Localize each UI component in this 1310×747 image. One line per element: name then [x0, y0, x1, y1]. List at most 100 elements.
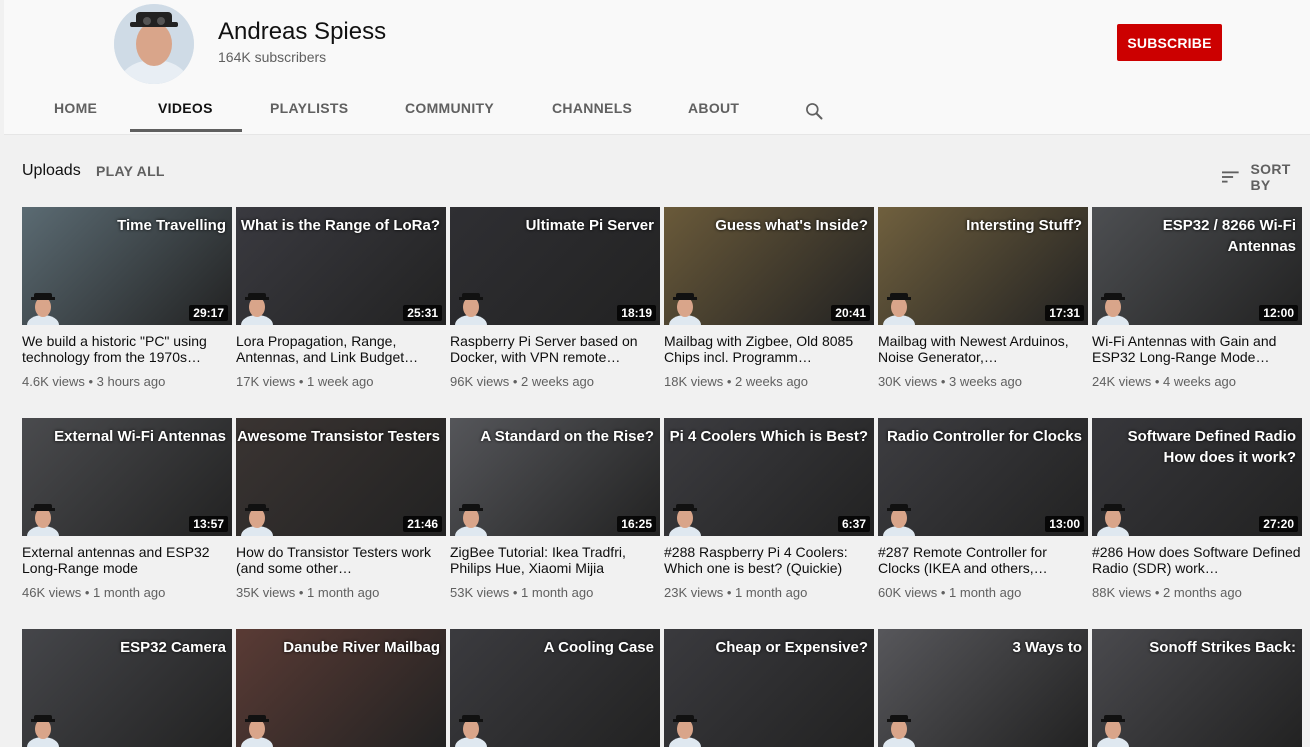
video-thumbnail[interactable]: Awesome Transistor Testers21:46 — [236, 418, 446, 536]
presenter-avatar — [882, 496, 916, 536]
subscribe-button[interactable]: SUBSCRIBE — [1117, 24, 1222, 61]
video-title[interactable]: Lora Propagation, Range, Antennas, and L… — [236, 333, 446, 365]
thumbnail-caption: Pi 4 Coolers Which is Best? — [670, 426, 868, 447]
video-card[interactable]: Software Defined Radio How does it work?… — [1092, 418, 1302, 600]
video-title[interactable]: We build a historic "PC" using technolog… — [22, 333, 232, 365]
video-duration: 27:20 — [1259, 516, 1298, 532]
video-title[interactable]: #286 How does Software Defined Radio (SD… — [1092, 544, 1302, 576]
search-icon[interactable] — [804, 101, 824, 121]
video-duration: 12:00 — [1259, 305, 1298, 321]
video-meta: 53K views • 1 month ago — [450, 585, 660, 600]
tab-videos[interactable]: VIDEOS — [158, 100, 213, 116]
channel-name[interactable]: Andreas Spiess — [218, 18, 386, 46]
video-duration: 21:46 — [403, 516, 442, 532]
presenter-avatar — [240, 496, 274, 536]
video-title[interactable]: Mailbag with Zigbee, Old 8085 Chips incl… — [664, 333, 874, 365]
thumbnail-caption: Sonoff Strikes Back: — [1149, 637, 1296, 658]
presenter-avatar — [1096, 496, 1130, 536]
presenter-avatar — [668, 285, 702, 325]
video-card[interactable]: Time Travelling29:17 We build a historic … — [22, 207, 232, 389]
video-thumbnail[interactable]: Sonoff Strikes Back: — [1092, 629, 1302, 747]
channel-header: Andreas Spiess 164K subscribers SUBSCRIB… — [4, 0, 1310, 135]
thumbnail-caption: Ultimate Pi Server — [526, 215, 654, 236]
video-duration: 18:19 — [617, 305, 656, 321]
thumbnail-caption: Danube River Mailbag — [283, 637, 440, 658]
presenter-avatar — [1096, 707, 1130, 747]
presenter-avatar — [882, 285, 916, 325]
presenter-avatar — [668, 707, 702, 747]
video-thumbnail[interactable]: ESP32 / 8266 Wi-Fi Antennas 12:00 — [1092, 207, 1302, 325]
tab-playlists[interactable]: PLAYLISTS — [270, 100, 348, 116]
tab-home[interactable]: HOME — [54, 100, 97, 116]
video-title[interactable]: External antennas and ESP32 Long-Range m… — [22, 544, 232, 576]
video-card[interactable]: Pi 4 Coolers Which is Best? 6:37 #288 Rasp… — [664, 418, 874, 600]
video-card[interactable]: Awesome Transistor Testers21:46 How do Tr… — [236, 418, 446, 600]
video-card[interactable]: Sonoff Strikes Back: — [1092, 629, 1302, 747]
video-title[interactable]: #288 Raspberry Pi 4 Coolers: Which one i… — [664, 544, 874, 576]
video-title[interactable]: Raspberry Pi Server based on Docker, wit… — [450, 333, 660, 365]
channel-avatar[interactable] — [114, 4, 194, 84]
video-title[interactable]: ZigBee Tutorial: Ikea Tradfri, Philips H… — [450, 544, 660, 576]
video-card[interactable]: Danube River Mailbag — [236, 629, 446, 747]
video-meta: 35K views • 1 month ago — [236, 585, 446, 600]
thumbnail-caption: A Standard on the Rise? — [480, 426, 654, 447]
video-card[interactable]: 3 Ways to — [878, 629, 1088, 747]
video-title[interactable]: Mailbag with Newest Arduinos, Noise Gene… — [878, 333, 1088, 365]
avatar-image — [114, 4, 194, 84]
video-thumbnail[interactable]: Time Travelling29:17 — [22, 207, 232, 325]
video-thumbnail[interactable]: ESP32 Camera — [22, 629, 232, 747]
video-thumbnail[interactable]: External Wi-Fi Antennas13:57 — [22, 418, 232, 536]
video-title[interactable]: #287 Remote Controller for Clocks (IKEA … — [878, 544, 1088, 576]
thumbnail-caption: External Wi-Fi Antennas — [54, 426, 226, 447]
video-thumbnail[interactable]: Pi 4 Coolers Which is Best? 6:37 — [664, 418, 874, 536]
subscriber-count: 164K subscribers — [218, 49, 326, 65]
video-thumbnail[interactable]: Intersting Stuff?17:31 — [878, 207, 1088, 325]
sort-by-button[interactable]: SORT BY — [1222, 161, 1310, 193]
video-title[interactable]: Wi-Fi Antennas with Gain and ESP32 Long-… — [1092, 333, 1302, 365]
thumbnail-caption: ESP32 Camera — [120, 637, 226, 658]
thumbnail-caption: Cheap or Expensive? — [715, 637, 868, 658]
thumbnail-caption: A Cooling Case — [544, 637, 654, 658]
presenter-avatar — [454, 707, 488, 747]
thumbnail-caption: 3 Ways to — [1013, 637, 1082, 658]
video-meta: 17K views • 1 week ago — [236, 374, 446, 389]
video-thumbnail[interactable]: Danube River Mailbag — [236, 629, 446, 747]
active-tab-indicator — [130, 129, 242, 132]
video-card[interactable]: Cheap or Expensive? — [664, 629, 874, 747]
video-thumbnail[interactable]: Radio Controller for Clocks13:00 — [878, 418, 1088, 536]
video-thumbnail[interactable]: Guess what's Inside?20:41 — [664, 207, 874, 325]
video-card[interactable]: A Standard on the Rise?16:25 ZigBee Tutor… — [450, 418, 660, 600]
video-card[interactable]: Ultimate Pi Server 18:19 Raspberry Pi Serv… — [450, 207, 660, 389]
video-duration: 17:31 — [1045, 305, 1084, 321]
video-card[interactable]: Radio Controller for Clocks13:00 #287 Rem… — [878, 418, 1088, 600]
tab-about[interactable]: ABOUT — [688, 100, 739, 116]
thumbnail-caption: Guess what's Inside? — [715, 215, 868, 236]
video-card[interactable]: Guess what's Inside?20:41 Mailbag with Zi… — [664, 207, 874, 389]
tab-community[interactable]: COMMUNITY — [405, 100, 494, 116]
uploads-heading: Uploads — [22, 162, 81, 180]
video-thumbnail[interactable]: What is the Range of LoRa?25:31 — [236, 207, 446, 325]
video-thumbnail[interactable]: Ultimate Pi Server 18:19 — [450, 207, 660, 325]
sort-icon — [1222, 169, 1241, 185]
video-card[interactable]: Intersting Stuff?17:31 Mailbag with Newes… — [878, 207, 1088, 389]
video-card[interactable]: ESP32 / 8266 Wi-Fi Antennas 12:00 Wi-Fi An… — [1092, 207, 1302, 389]
video-thumbnail[interactable]: Cheap or Expensive? — [664, 629, 874, 747]
thumbnail-caption: ESP32 / 8266 Wi-Fi Antennas — [1092, 215, 1296, 257]
video-card[interactable]: What is the Range of LoRa?25:31 Lora Prop… — [236, 207, 446, 389]
presenter-avatar — [26, 285, 60, 325]
video-thumbnail[interactable]: 3 Ways to — [878, 629, 1088, 747]
video-card[interactable]: A Cooling Case — [450, 629, 660, 747]
video-duration: 6:37 — [838, 516, 870, 532]
presenter-avatar — [240, 707, 274, 747]
video-thumbnail[interactable]: A Cooling Case — [450, 629, 660, 747]
play-all-button[interactable]: PLAY ALL — [96, 163, 165, 179]
video-meta: 23K views • 1 month ago — [664, 585, 874, 600]
video-meta: 46K views • 1 month ago — [22, 585, 232, 600]
video-meta: 18K views • 2 weeks ago — [664, 374, 874, 389]
video-thumbnail[interactable]: A Standard on the Rise?16:25 — [450, 418, 660, 536]
video-card[interactable]: External Wi-Fi Antennas13:57 External ant… — [22, 418, 232, 600]
video-title[interactable]: How do Transistor Testers work (and some… — [236, 544, 446, 576]
video-thumbnail[interactable]: Software Defined Radio How does it work?… — [1092, 418, 1302, 536]
video-card[interactable]: ESP32 Camera — [22, 629, 232, 747]
tab-channels[interactable]: CHANNELS — [552, 100, 632, 116]
